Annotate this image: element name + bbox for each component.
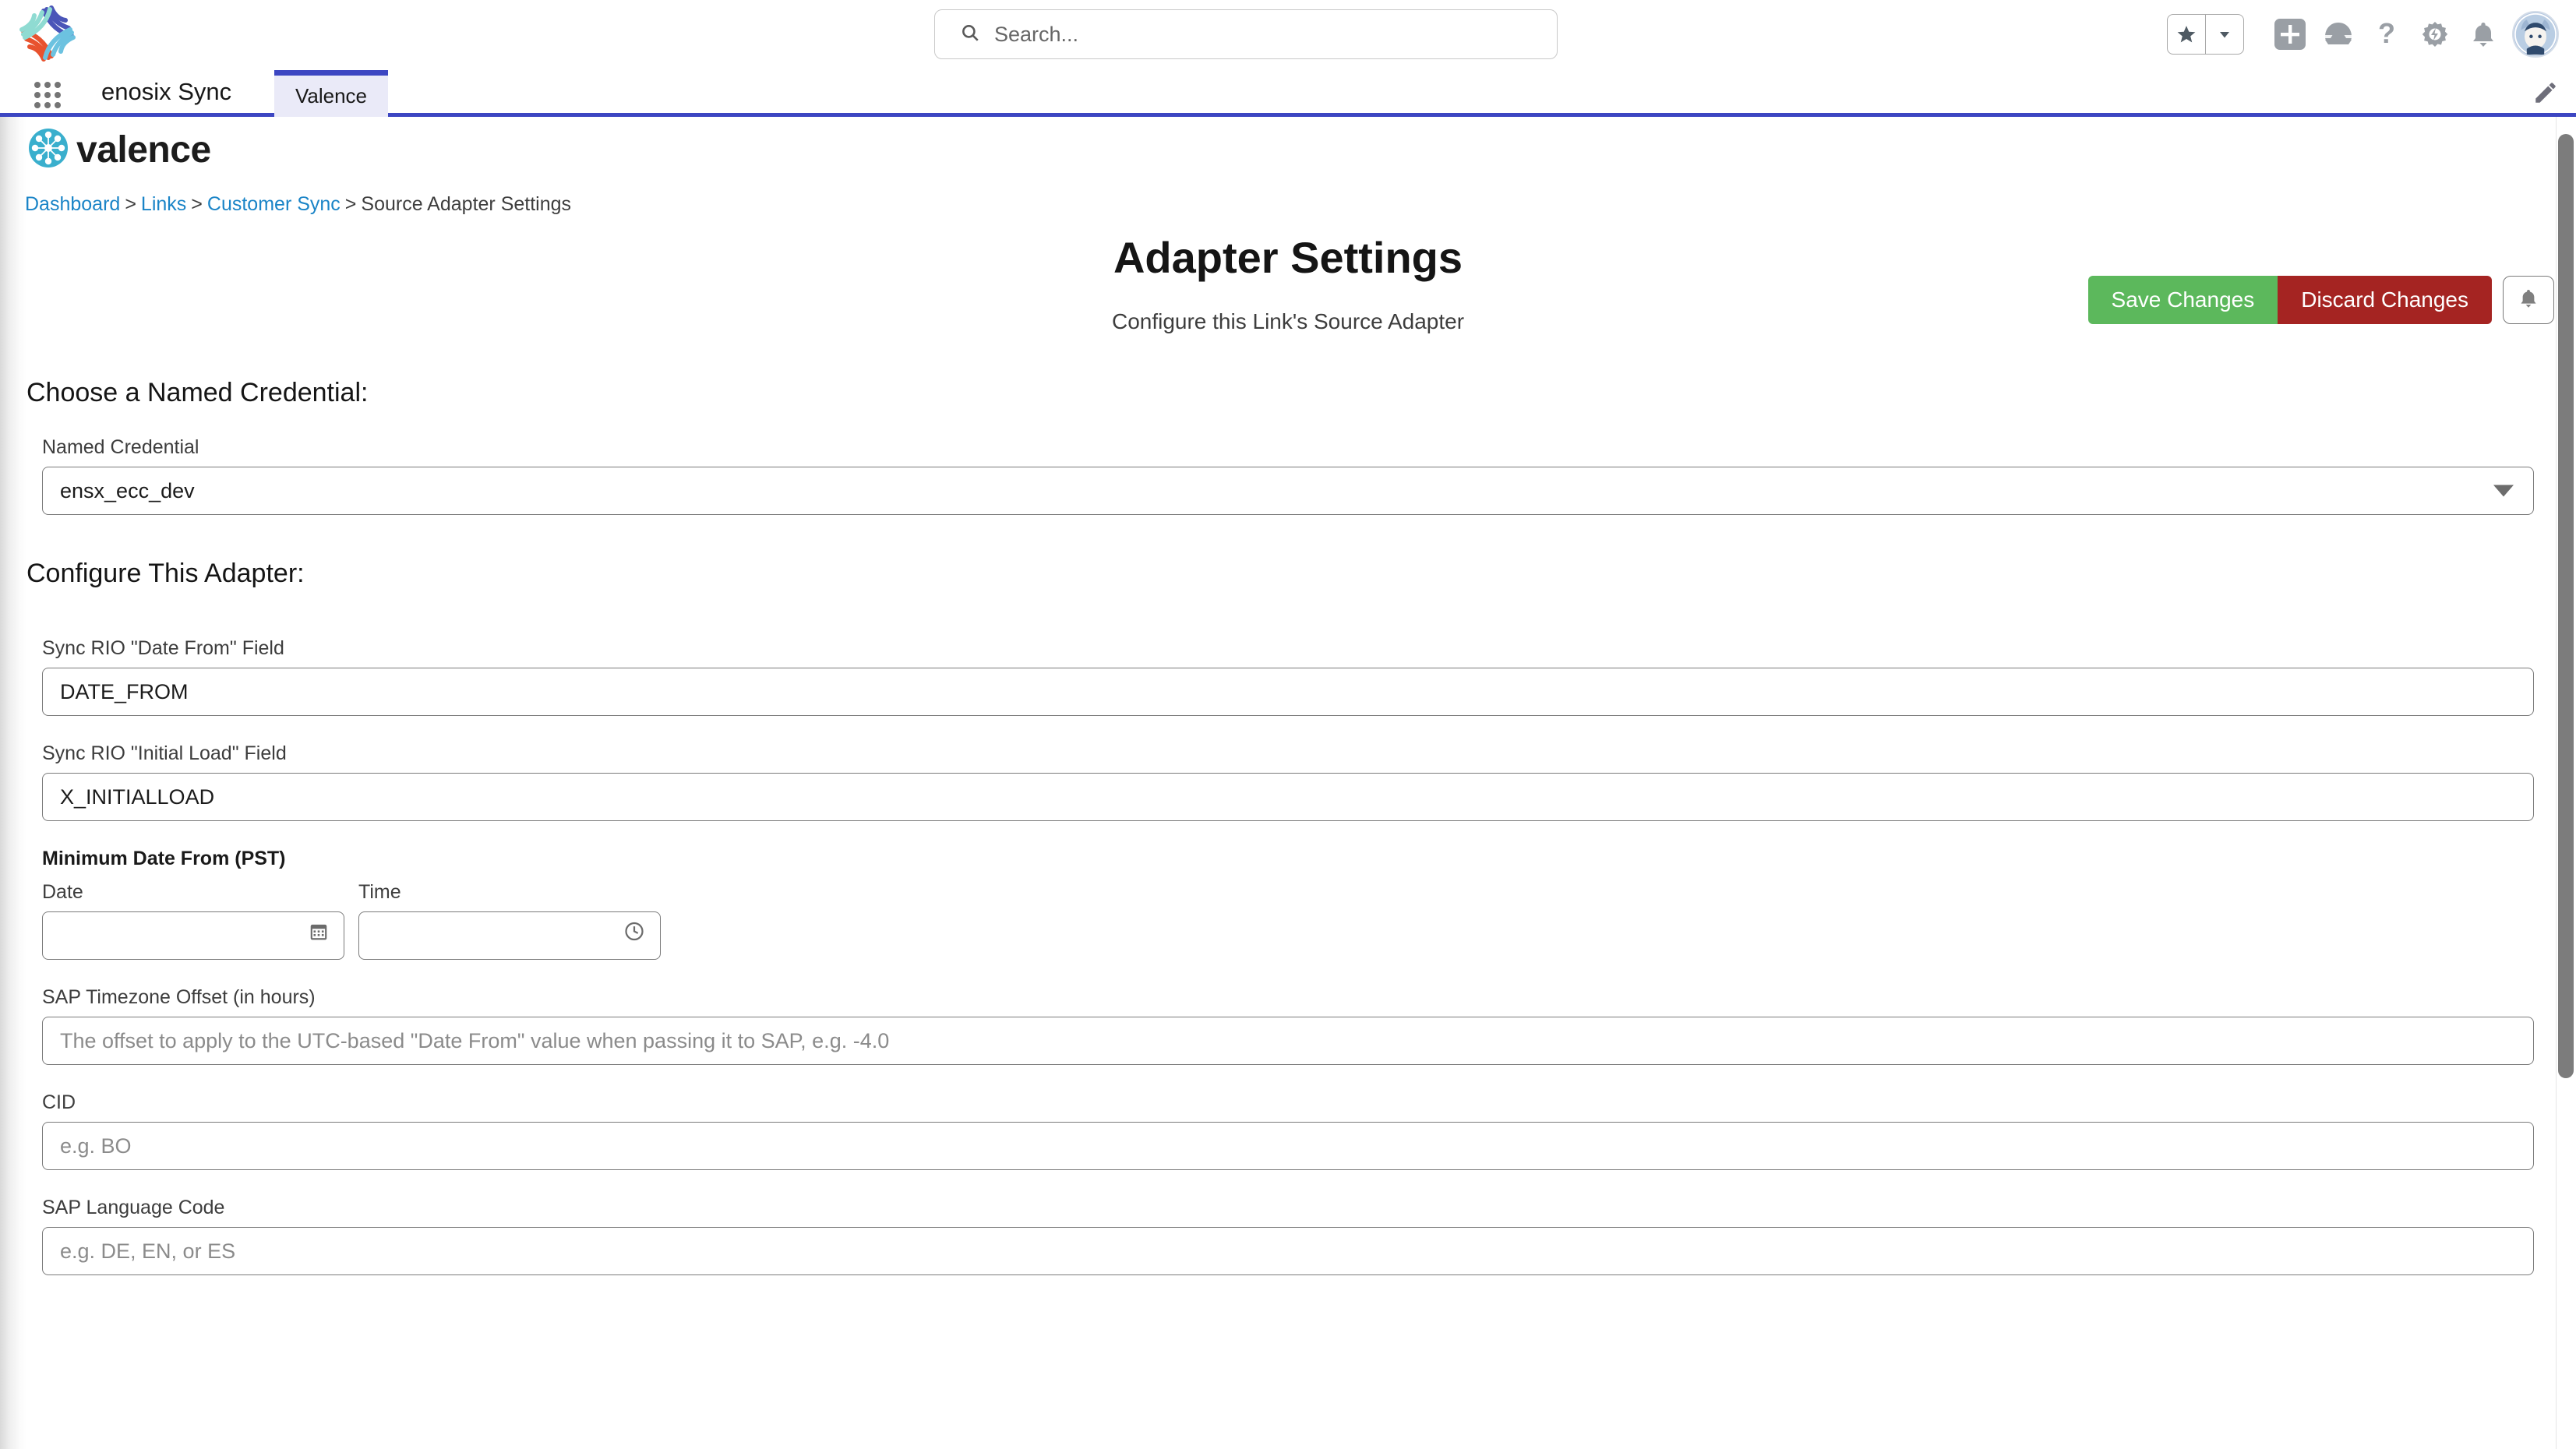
- favorites-star-icon[interactable]: [2168, 15, 2205, 54]
- search-icon: [960, 23, 980, 47]
- global-actions-plus-icon[interactable]: [2266, 10, 2314, 58]
- search-input[interactable]: Search...: [934, 9, 1558, 59]
- field-label-sap-language-code: SAP Language Code: [42, 1197, 225, 1218]
- cid-input[interactable]: e.g. BO: [42, 1122, 2534, 1170]
- named-credential-value: ensx_ecc_dev: [60, 478, 195, 502]
- notifications-bell-icon[interactable]: [2459, 10, 2507, 58]
- salesforce-global-header: Search... ?: [0, 0, 2576, 69]
- cid-placeholder: e.g. BO: [60, 1133, 132, 1158]
- field-label-time: Time: [358, 881, 401, 903]
- app-navigation-bar: enosix Sync Valence: [0, 69, 2576, 117]
- tab-valence-label: Valence: [295, 84, 368, 108]
- minimum-date-input[interactable]: [42, 911, 344, 960]
- app-launcher-icon[interactable]: [2314, 10, 2363, 58]
- sap-language-code-placeholder: e.g. DE, EN, or ES: [60, 1239, 236, 1263]
- scrollbar-thumb[interactable]: [2558, 134, 2574, 1078]
- app-name-label: enosix Sync: [101, 78, 232, 105]
- save-changes-button[interactable]: Save Changes: [2087, 276, 2278, 324]
- discard-changes-button[interactable]: Discard Changes: [2278, 276, 2492, 324]
- breadcrumb-sep-1: >: [125, 193, 136, 215]
- valence-brand-label: valence: [76, 129, 211, 171]
- breadcrumb-item-dashboard[interactable]: Dashboard: [25, 193, 120, 215]
- initial-load-input[interactable]: X_INITIALLOAD: [42, 773, 2534, 821]
- global-header-icons: ?: [2166, 5, 2559, 64]
- field-label-sap-timezone-offset: SAP Timezone Offset (in hours): [42, 986, 316, 1008]
- sap-timezone-offset-placeholder: The offset to apply to the UTC-based "Da…: [60, 1028, 890, 1052]
- tab-valence[interactable]: Valence: [274, 70, 388, 117]
- named-credential-select[interactable]: ensx_ecc_dev: [42, 467, 2534, 515]
- app-launcher-waffle-icon[interactable]: [34, 82, 61, 108]
- favorites-dropdown-icon[interactable]: [2206, 15, 2243, 54]
- page-body: valence Dashboard > Links > Customer Sync > So…: [0, 117, 2576, 1449]
- breadcrumb-item-customer-sync[interactable]: Customer Sync: [207, 193, 341, 215]
- breadcrumb-item-links[interactable]: Links: [141, 193, 186, 215]
- help-icon[interactable]: ?: [2363, 10, 2411, 58]
- page-scrollbar[interactable]: [2556, 117, 2576, 1449]
- section-heading-named-credential: Choose a Named Credential:: [26, 378, 369, 407]
- user-avatar[interactable]: [2512, 11, 2559, 58]
- field-minimum-date-from: Minimum Date From (PST) Date Time: [42, 848, 2534, 960]
- breadcrumb-item-current: Source Adapter Settings: [361, 193, 572, 215]
- field-initial-load: Sync RIO "Initial Load" Field X_INITIALL…: [42, 742, 2534, 821]
- field-named-credential: Named Credential ensx_ecc_dev: [42, 436, 2534, 515]
- notifications-bell-icon: [2518, 287, 2539, 313]
- setup-gear-icon[interactable]: [2411, 10, 2459, 58]
- enosix-logo: [17, 3, 78, 64]
- svg-text:?: ?: [2378, 19, 2395, 49]
- date-from-input[interactable]: DATE_FROM: [42, 668, 2534, 716]
- field-label-minimum-date-from: Minimum Date From (PST): [42, 848, 286, 869]
- global-search[interactable]: Search...: [934, 9, 1558, 59]
- minimum-time-input[interactable]: [358, 911, 661, 960]
- field-label-named-credential: Named Credential: [42, 436, 199, 458]
- section-heading-configure-adapter: Configure This Adapter:: [26, 559, 305, 588]
- field-date-from: Sync RIO "Date From" Field DATE_FROM: [42, 637, 2534, 716]
- field-cid: CID e.g. BO: [42, 1091, 2534, 1170]
- breadcrumb-sep-2: >: [191, 193, 203, 215]
- sap-language-code-input[interactable]: e.g. DE, EN, or ES: [42, 1227, 2534, 1275]
- breadcrumb: Dashboard > Links > Customer Sync > Source Ada…: [25, 193, 571, 216]
- date-from-value: DATE_FROM: [60, 679, 189, 703]
- field-label-initial-load: Sync RIO "Initial Load" Field: [42, 742, 287, 764]
- field-sap-timezone-offset: SAP Timezone Offset (in hours) The offse…: [42, 986, 2534, 1065]
- valence-notifications-button[interactable]: [2503, 276, 2554, 324]
- field-label-date: Date: [42, 881, 83, 903]
- field-sap-language-code: SAP Language Code e.g. DE, EN, or ES: [42, 1197, 2534, 1275]
- favorites-group[interactable]: [2166, 14, 2244, 55]
- sap-timezone-offset-input[interactable]: The offset to apply to the UTC-based "Da…: [42, 1017, 2534, 1065]
- minimum-date-group: Date: [42, 878, 344, 960]
- field-label-date-from: Sync RIO "Date From" Field: [42, 637, 284, 659]
- search-placeholder: Search...: [994, 22, 1079, 46]
- valence-logo-icon: [28, 128, 69, 172]
- breadcrumb-sep-3: >: [344, 193, 357, 215]
- valence-header: valence Dashboard > Links > Customer Sync > So…: [0, 117, 2576, 218]
- pencil-icon[interactable]: [2532, 79, 2559, 110]
- initial-load-value: X_INITIALLOAD: [60, 784, 215, 809]
- field-label-cid: CID: [42, 1091, 76, 1113]
- valence-brand: valence: [28, 128, 211, 172]
- minimum-time-group: Time: [358, 878, 661, 960]
- page-actions: Save Changes Discard Changes: [2087, 276, 2554, 324]
